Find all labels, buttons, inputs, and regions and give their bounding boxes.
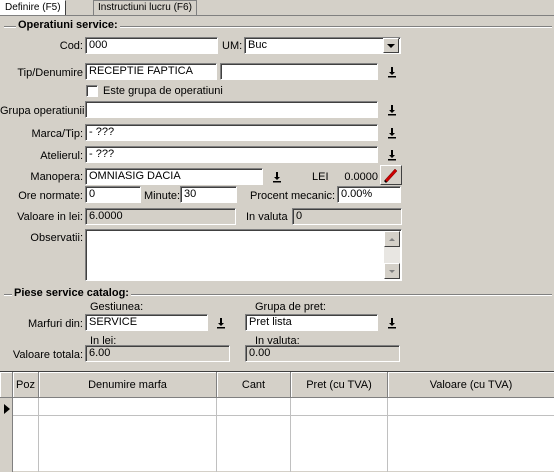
observatii-textarea[interactable] <box>85 229 402 281</box>
grupa-operatiunii-field[interactable] <box>85 101 378 118</box>
ore-normate-field[interactable]: 0 <box>85 186 141 203</box>
tab-instructiuni-lucru[interactable]: Instructiuni lucru (F6) <box>93 0 197 15</box>
scroll-up-button[interactable] <box>384 231 400 247</box>
um-label: UM: <box>222 40 243 52</box>
cod-field[interactable]: 000 <box>85 37 218 54</box>
cod-label: Cod: <box>59 40 83 52</box>
grupa-de-pret-label: Grupa de pret: <box>255 301 326 313</box>
manopera-field[interactable]: OMNIASIG DACIA <box>85 168 263 185</box>
col-header-denumire-marfa[interactable]: Denumire marfa <box>39 372 217 398</box>
gestiunea-label: Gestiunea: <box>90 301 144 313</box>
tip-denumire-label: Tip/Denumire <box>17 67 83 79</box>
tip-denumire-field-2[interactable] <box>220 63 378 80</box>
tip-denumire-lookup-icon[interactable] <box>385 65 399 79</box>
observatii-scrollbar[interactable] <box>384 231 400 279</box>
procent-mecanic-field[interactable]: 0.00% <box>337 186 401 203</box>
chevron-up-icon <box>389 238 395 241</box>
chevron-down-icon <box>389 270 395 273</box>
marfuri-din-lookup-icon[interactable] <box>214 316 228 330</box>
manopera-label: Manopera: <box>30 171 83 183</box>
atelierul-label: Atelierul: <box>40 150 83 162</box>
grupa-operatiunii-label: Grupa operatiunii: <box>0 105 88 117</box>
operatiuni-group-title: Operatiuni service: <box>16 19 120 32</box>
table-row[interactable] <box>13 398 554 416</box>
lei-value: 0.0000 <box>344 171 378 183</box>
col-header-poz[interactable]: Poz <box>13 372 39 398</box>
grupa-de-pret-field[interactable]: Pret lista <box>245 314 378 331</box>
marca-tip-lookup-icon[interactable] <box>385 126 399 140</box>
marfuri-din-field[interactable]: SERVICE <box>85 314 208 331</box>
col-header-pret[interactable]: Pret (cu TVA) <box>291 372 388 398</box>
red-pen-icon <box>384 168 398 183</box>
minute-label: Minute: <box>144 190 181 202</box>
valoare-totala-lei-field: 6.00 <box>85 345 230 362</box>
um-dropdown-button[interactable] <box>383 38 399 53</box>
marca-tip-label: Marca/Tip: <box>31 128 83 140</box>
lei-label: LEI <box>312 171 329 183</box>
valoare-totala-label: Valoare totala: <box>12 349 83 361</box>
in-valuta-field: 0 <box>292 208 402 225</box>
procent-mecanic-label: Procent mecanic: <box>250 190 335 202</box>
valoare-in-lei-label: Valoare in lei: <box>17 211 83 223</box>
grupa-operatiunii-lookup-icon[interactable] <box>385 103 399 117</box>
scroll-down-button[interactable] <box>384 263 400 279</box>
atelierul-lookup-icon[interactable] <box>385 148 399 162</box>
grupa-de-pret-lookup-icon[interactable] <box>385 316 399 330</box>
atelierul-field[interactable]: - ??? <box>85 146 378 163</box>
lei-edit-button[interactable] <box>380 165 402 185</box>
tip-denumire-field[interactable]: RECEPTIE FAPTICA <box>85 63 217 80</box>
tab-divider <box>0 15 554 16</box>
valoare-in-lei-field: 6.0000 <box>85 208 236 225</box>
marfuri-din-label: Marfuri din: <box>27 318 83 330</box>
chevron-down-icon <box>387 44 395 48</box>
ore-normate-label: Ore normate: <box>18 190 83 202</box>
grid-indicator-header <box>0 372 13 398</box>
in-valuta-label: In valuta <box>246 211 288 223</box>
piese-group-title: Piese service catalog: <box>12 287 131 300</box>
minute-field[interactable]: 30 <box>180 186 237 203</box>
observatii-label: Observatii: <box>30 232 83 244</box>
col-header-valoare[interactable]: Valoare (cu TVA) <box>388 372 554 398</box>
valoare-totala-valuta-field: 0.00 <box>245 345 400 362</box>
este-grupa-checkbox[interactable] <box>86 85 98 97</box>
piese-grid[interactable]: Poz Denumire marfa Cant Pret (cu TVA) Va… <box>0 371 554 472</box>
col-header-cant[interactable]: Cant <box>217 372 291 398</box>
um-select[interactable]: Buc <box>244 37 401 54</box>
este-grupa-label: Este grupa de operatiuni <box>103 85 223 97</box>
manopera-lookup-icon[interactable] <box>270 170 284 184</box>
triangle-right-icon <box>4 404 10 414</box>
marca-tip-field[interactable]: - ??? <box>85 124 378 141</box>
tab-definire[interactable]: Definire (F5) <box>0 0 66 16</box>
